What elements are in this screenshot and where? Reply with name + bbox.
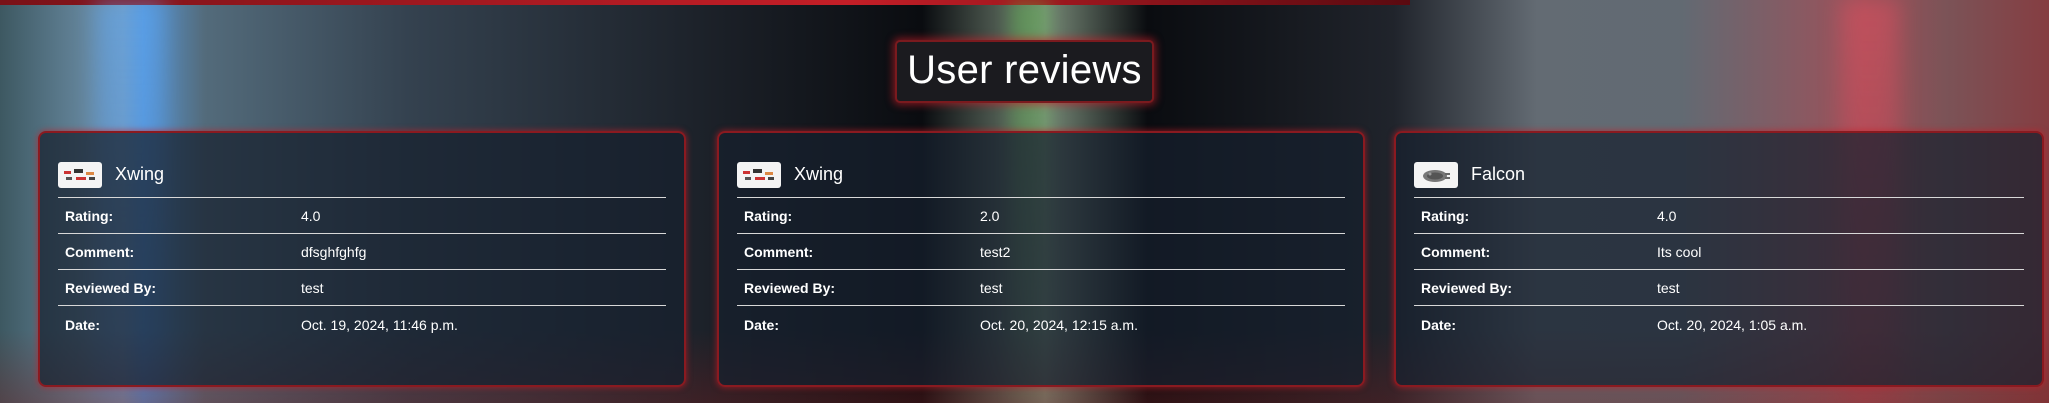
top-accent-bar xyxy=(0,0,1410,5)
comment-label: Comment: xyxy=(1421,243,1491,260)
review-details-table: Rating: 2.0 Comment: test2 Reviewed By: … xyxy=(737,197,1345,344)
date-label: Date: xyxy=(65,316,101,333)
reviewed-by-value: test xyxy=(980,279,1003,296)
comment-value: dfsghfghfg xyxy=(301,243,367,260)
table-row: Comment: Its cool xyxy=(1414,233,2024,270)
review-card-header: Xwing xyxy=(58,159,666,190)
falcon-ship-icon xyxy=(1414,161,1458,188)
product-name: Xwing xyxy=(115,164,165,184)
table-row: Comment: test2 xyxy=(737,233,1345,270)
table-row: Reviewed By: test xyxy=(737,269,1345,306)
reviewed-by-label: Reviewed By: xyxy=(744,279,836,296)
rating-label: Rating: xyxy=(744,207,793,224)
review-card: Xwing Rating: 4.0 Comment: dfsghfghfg Re… xyxy=(38,131,686,387)
product-name: Xwing xyxy=(794,164,844,184)
rating-label: Rating: xyxy=(1421,207,1470,224)
comment-value: Its cool xyxy=(1657,243,1702,260)
table-row: Reviewed By: test xyxy=(1414,269,2024,306)
review-details-table: Rating: 4.0 Comment: Its cool Reviewed B… xyxy=(1414,197,2024,344)
reviewed-by-label: Reviewed By: xyxy=(1421,279,1513,296)
page-title: User reviews xyxy=(895,40,1154,103)
table-row: Rating: 4.0 xyxy=(58,197,666,234)
reviewed-by-value: test xyxy=(301,279,324,296)
reviewed-by-value: test xyxy=(1657,279,1680,296)
review-details-table: Rating: 4.0 Comment: dfsghfghfg Reviewed… xyxy=(58,197,666,344)
table-row: Rating: 4.0 xyxy=(1414,197,2024,234)
rating-value: 2.0 xyxy=(980,207,1000,224)
date-label: Date: xyxy=(744,316,780,333)
rating-label: Rating: xyxy=(65,207,114,224)
rating-value: 4.0 xyxy=(1657,207,1677,224)
table-row: Date: Oct. 20, 2024, 1:05 a.m. xyxy=(1414,305,2024,344)
heading-container: User reviews xyxy=(0,40,2049,103)
table-row: Comment: dfsghfghfg xyxy=(58,233,666,270)
table-row: Date: Oct. 20, 2024, 12:15 a.m. xyxy=(737,305,1345,344)
xwing-toy-icon xyxy=(737,161,781,188)
reviewed-by-label: Reviewed By: xyxy=(65,279,157,296)
review-card-header: Xwing xyxy=(737,159,1345,190)
comment-label: Comment: xyxy=(744,243,814,260)
date-value: Oct. 20, 2024, 1:05 a.m. xyxy=(1657,316,1808,333)
table-row: Reviewed By: test xyxy=(58,269,666,306)
review-card-header: Falcon xyxy=(1414,159,2024,190)
date-value: Oct. 20, 2024, 12:15 a.m. xyxy=(980,316,1138,333)
date-label: Date: xyxy=(1421,316,1457,333)
table-row: Rating: 2.0 xyxy=(737,197,1345,234)
comment-label: Comment: xyxy=(65,243,135,260)
xwing-toy-icon xyxy=(58,161,102,188)
product-name: Falcon xyxy=(1471,164,1526,184)
comment-value: test2 xyxy=(980,243,1011,260)
date-value: Oct. 19, 2024, 11:46 p.m. xyxy=(301,316,458,333)
rating-value: 4.0 xyxy=(301,207,321,224)
review-card: Falcon Rating: 4.0 Comment: Its cool Rev… xyxy=(1394,131,2044,387)
table-row: Date: Oct. 19, 2024, 11:46 p.m. xyxy=(58,305,666,344)
review-card: Xwing Rating: 2.0 Comment: test2 Reviewe… xyxy=(717,131,1365,387)
